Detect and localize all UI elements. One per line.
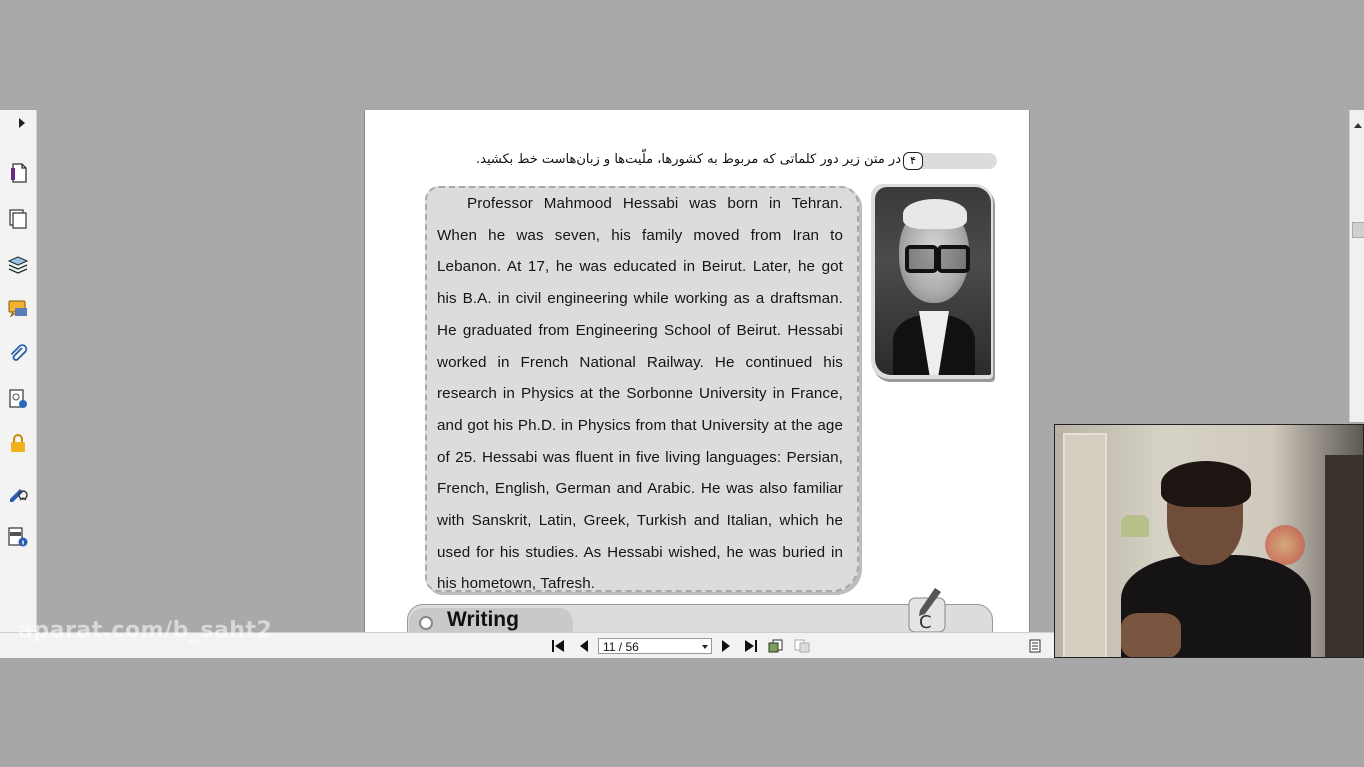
pdf-page: ۴ در متن زیر دور کلماتی که مربوط به کشور… [364, 110, 1030, 632]
pages-icon[interactable] [7, 208, 29, 230]
page-display-icon[interactable] [1027, 639, 1043, 653]
vertical-scrollbar[interactable] [1349, 110, 1364, 422]
reading-passage: Professor Mahmood Hessabi was born in Te… [437, 195, 843, 593]
background-top [0, 0, 1364, 110]
page-thumbnail-icon[interactable] [7, 162, 29, 184]
lock-icon[interactable] [7, 432, 29, 454]
background-bottom [0, 657, 1364, 767]
exercise-instruction: در متن زیر دور کلماتی که مربوط به کشورها… [475, 152, 901, 167]
next-view-icon[interactable] [794, 639, 810, 653]
abc-pencil-icon: C [908, 588, 946, 632]
next-page-icon[interactable] [718, 639, 734, 653]
attachments-icon[interactable] [7, 343, 29, 365]
navigation-sidebar [0, 110, 37, 632]
page-number-text: 11 / 56 [603, 640, 639, 654]
document-info-icon[interactable] [7, 526, 29, 548]
previous-view-icon[interactable] [768, 639, 784, 653]
portrait-photo [871, 184, 993, 379]
fill-sign-icon[interactable] [7, 480, 29, 502]
signature-icon[interactable] [7, 388, 29, 410]
expand-arrow-icon[interactable] [19, 118, 25, 128]
webcam-overlay [1054, 424, 1364, 658]
bullet-icon [419, 616, 433, 630]
exercise-number: ۴ [903, 152, 923, 170]
last-page-icon[interactable] [743, 639, 759, 653]
first-page-icon[interactable] [550, 639, 566, 653]
chevron-down-icon[interactable] [702, 645, 708, 649]
previous-page-icon[interactable] [576, 639, 592, 653]
page-number-field[interactable]: 11 / 56 [598, 638, 712, 654]
layers-icon[interactable] [7, 253, 29, 275]
scroll-thumb[interactable] [1352, 222, 1364, 238]
watermark-text: aparat.com/b_saht2 [18, 618, 273, 643]
section-heading: Writing [447, 608, 519, 631]
comments-icon[interactable] [7, 298, 29, 320]
scroll-up-icon[interactable] [1354, 123, 1362, 128]
